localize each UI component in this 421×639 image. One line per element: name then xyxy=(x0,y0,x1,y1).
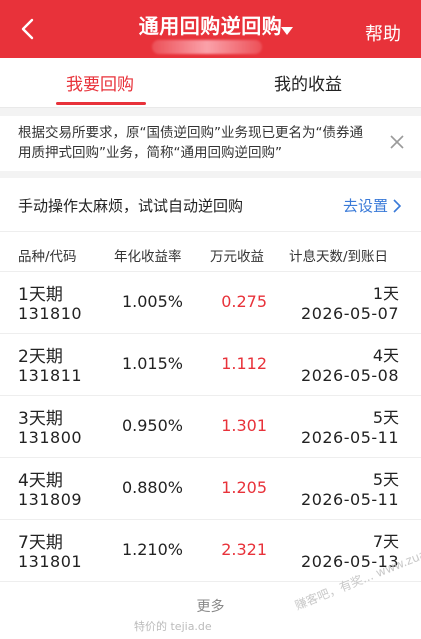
product-code: 131810 xyxy=(18,304,83,323)
table-header: 品种/代码 年化收益率 万元收益 计息天数/到账日 xyxy=(0,232,421,272)
arrival-date: 2026-05-08 xyxy=(301,366,399,385)
help-button[interactable]: 帮助 xyxy=(365,20,401,46)
annual-rate: 1.210% xyxy=(121,540,183,559)
profit-per-10k: 0.275 xyxy=(221,292,267,311)
profit-per-10k: 1.301 xyxy=(221,416,267,435)
blurred-account-info xyxy=(152,40,262,54)
table-row[interactable]: 1天期 131810 1.005% 0.275 1天 2026-05-07 xyxy=(0,272,421,334)
product-code: 131809 xyxy=(18,490,83,509)
interest-days: 7天 xyxy=(372,532,399,551)
interest-days: 4天 xyxy=(372,346,399,365)
annual-rate: 1.015% xyxy=(121,354,183,373)
product-name: 7天期 xyxy=(18,533,63,553)
product-code: 131801 xyxy=(18,552,83,571)
arrival-date: 2026-05-07 xyxy=(301,304,399,323)
profit-per-10k: 1.205 xyxy=(221,478,267,497)
close-icon[interactable] xyxy=(387,132,407,152)
product-name: 3天期 xyxy=(18,409,63,429)
annual-rate: 1.005% xyxy=(121,292,183,311)
interest-days: 1天 xyxy=(372,284,399,303)
header-product-code: 品种/代码 xyxy=(18,249,77,265)
profit-per-10k: 2.321 xyxy=(221,540,267,559)
product-name: 1天期 xyxy=(18,285,63,305)
header-profit-per-10k: 万元收益 xyxy=(210,249,264,265)
more-link[interactable]: 更多 xyxy=(0,596,421,616)
tab-bar: 我要回购 我的收益 xyxy=(0,58,421,108)
dropdown-triangle-icon[interactable] xyxy=(280,26,294,36)
annual-rate: 0.950% xyxy=(121,416,183,435)
product-code: 131811 xyxy=(18,366,83,385)
header-bar: 通用回购逆回购 帮助 xyxy=(0,0,421,58)
page-title[interactable]: 通用回购逆回购 xyxy=(139,14,283,38)
product-name: 4天期 xyxy=(18,471,63,491)
table-row[interactable]: 4天期 131809 0.880% 1.205 5天 2026-05-11 xyxy=(0,458,421,520)
auto-repo-row[interactable]: 手动操作太麻烦，试试自动逆回购 去设置 xyxy=(0,178,421,232)
auto-repo-text: 手动操作太麻烦，试试自动逆回购 xyxy=(18,197,244,215)
go-settings-link[interactable]: 去设置 xyxy=(343,195,401,216)
arrival-date: 2026-05-11 xyxy=(301,428,399,447)
header-annual-rate: 年化收益率 xyxy=(114,249,182,265)
header-days-arrival: 计息天数/到账日 xyxy=(289,249,389,265)
table-row[interactable]: 3天期 131800 0.950% 1.301 5天 2026-05-11 xyxy=(0,396,421,458)
interest-days: 5天 xyxy=(372,470,399,489)
watermark-tejia: 特价的 tejia.de xyxy=(134,620,212,633)
tab-my-earnings[interactable]: 我的收益 xyxy=(274,70,342,95)
interest-days: 5天 xyxy=(372,408,399,427)
arrival-date: 2026-05-11 xyxy=(301,490,399,509)
table-row[interactable]: 2天期 131811 1.015% 1.112 4天 2026-05-08 xyxy=(0,334,421,396)
notice-text: 根据交易所要求，原“国债逆回购”业务现已更名为“债券通用质押式回购”业务，简称“… xyxy=(18,125,363,161)
product-code: 131800 xyxy=(18,428,83,447)
tab-repurchase[interactable]: 我要回购 xyxy=(66,70,134,95)
notice-banner: 根据交易所要求，原“国债逆回购”业务现已更名为“债券通用质押式回购”业务，简称“… xyxy=(0,116,421,171)
go-settings-label: 去设置 xyxy=(342,197,388,215)
annual-rate: 0.880% xyxy=(121,478,183,497)
product-name: 2天期 xyxy=(18,347,63,367)
chevron-right-icon xyxy=(393,198,401,213)
profit-per-10k: 1.112 xyxy=(221,354,267,373)
tab-active-indicator xyxy=(56,102,146,105)
